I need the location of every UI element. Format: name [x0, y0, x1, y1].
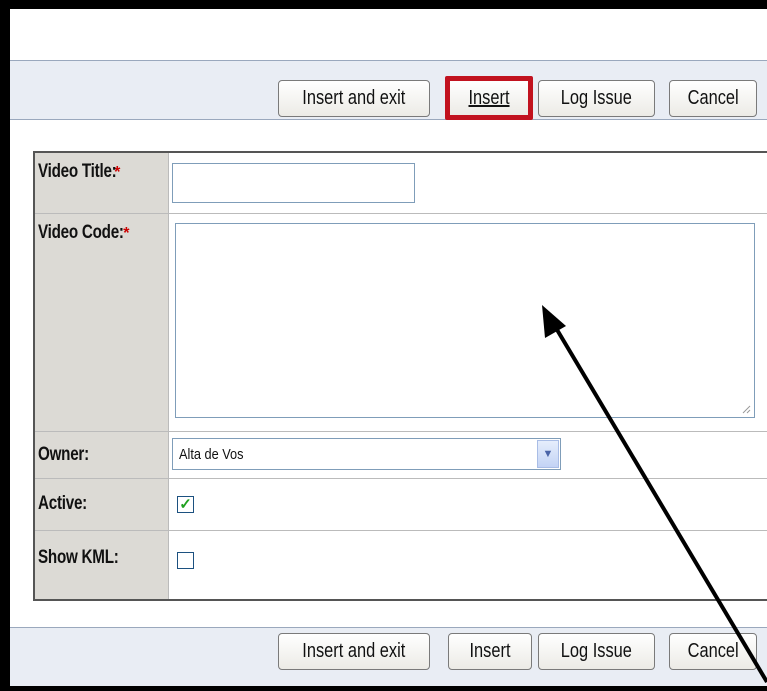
video-code-label: Video Code:*	[35, 214, 169, 431]
owner-select[interactable]: Alta de Vos ▼	[172, 438, 561, 470]
cancel-label: Cancel	[687, 87, 739, 109]
show-kml-checkbox[interactable]	[177, 552, 194, 569]
insert-and-exit-button[interactable]: Insert and exit	[278, 80, 430, 117]
cancel-label: Cancel	[687, 640, 739, 662]
video-title-input[interactable]	[172, 163, 415, 203]
bottom-toolbar: Insert and exit Insert Log Issue Cancel	[10, 627, 767, 686]
show-kml-row: Show KML:	[35, 531, 767, 599]
active-checkbox[interactable]: ✓	[177, 496, 194, 513]
cancel-button-bottom[interactable]: Cancel	[669, 633, 757, 670]
insert-label: Insert	[468, 86, 510, 109]
top-toolbar: Insert and exit Insert Log Issue Cancel	[10, 60, 767, 120]
log-issue-button[interactable]: Log Issue	[538, 80, 655, 117]
insert-and-exit-label: Insert and exit	[302, 87, 406, 109]
owner-value: Alta de Vos	[179, 446, 244, 463]
cancel-button[interactable]: Cancel	[669, 80, 757, 117]
video-code-row: Video Code:*	[35, 214, 767, 432]
log-issue-button-bottom[interactable]: Log Issue	[538, 633, 655, 670]
log-issue-label: Log Issue	[560, 640, 633, 662]
video-form: Video Title:* Video Code:* Owner: Alta d…	[33, 151, 767, 601]
insert-button-bottom[interactable]: Insert	[448, 633, 532, 670]
video-code-textarea[interactable]	[175, 223, 755, 418]
insert-label: Insert	[469, 640, 511, 662]
resize-grip-icon[interactable]	[741, 404, 751, 414]
insert-and-exit-button-bottom[interactable]: Insert and exit	[278, 633, 430, 670]
owner-label: Owner:	[35, 432, 169, 478]
insert-button[interactable]: Insert	[445, 76, 533, 120]
log-issue-label: Log Issue	[560, 87, 633, 109]
chevron-down-icon[interactable]: ▼	[537, 440, 559, 468]
insert-and-exit-label: Insert and exit	[302, 640, 406, 662]
video-title-label: Video Title:*	[35, 153, 169, 213]
active-row: Active: ✓	[35, 479, 767, 531]
show-kml-label: Show KML:	[35, 531, 169, 599]
video-title-row: Video Title:*	[35, 153, 767, 214]
active-label: Active:	[35, 479, 169, 530]
check-icon: ✓	[179, 496, 192, 513]
owner-row: Owner: Alta de Vos ▼	[35, 432, 767, 479]
required-marker: *	[123, 225, 130, 242]
